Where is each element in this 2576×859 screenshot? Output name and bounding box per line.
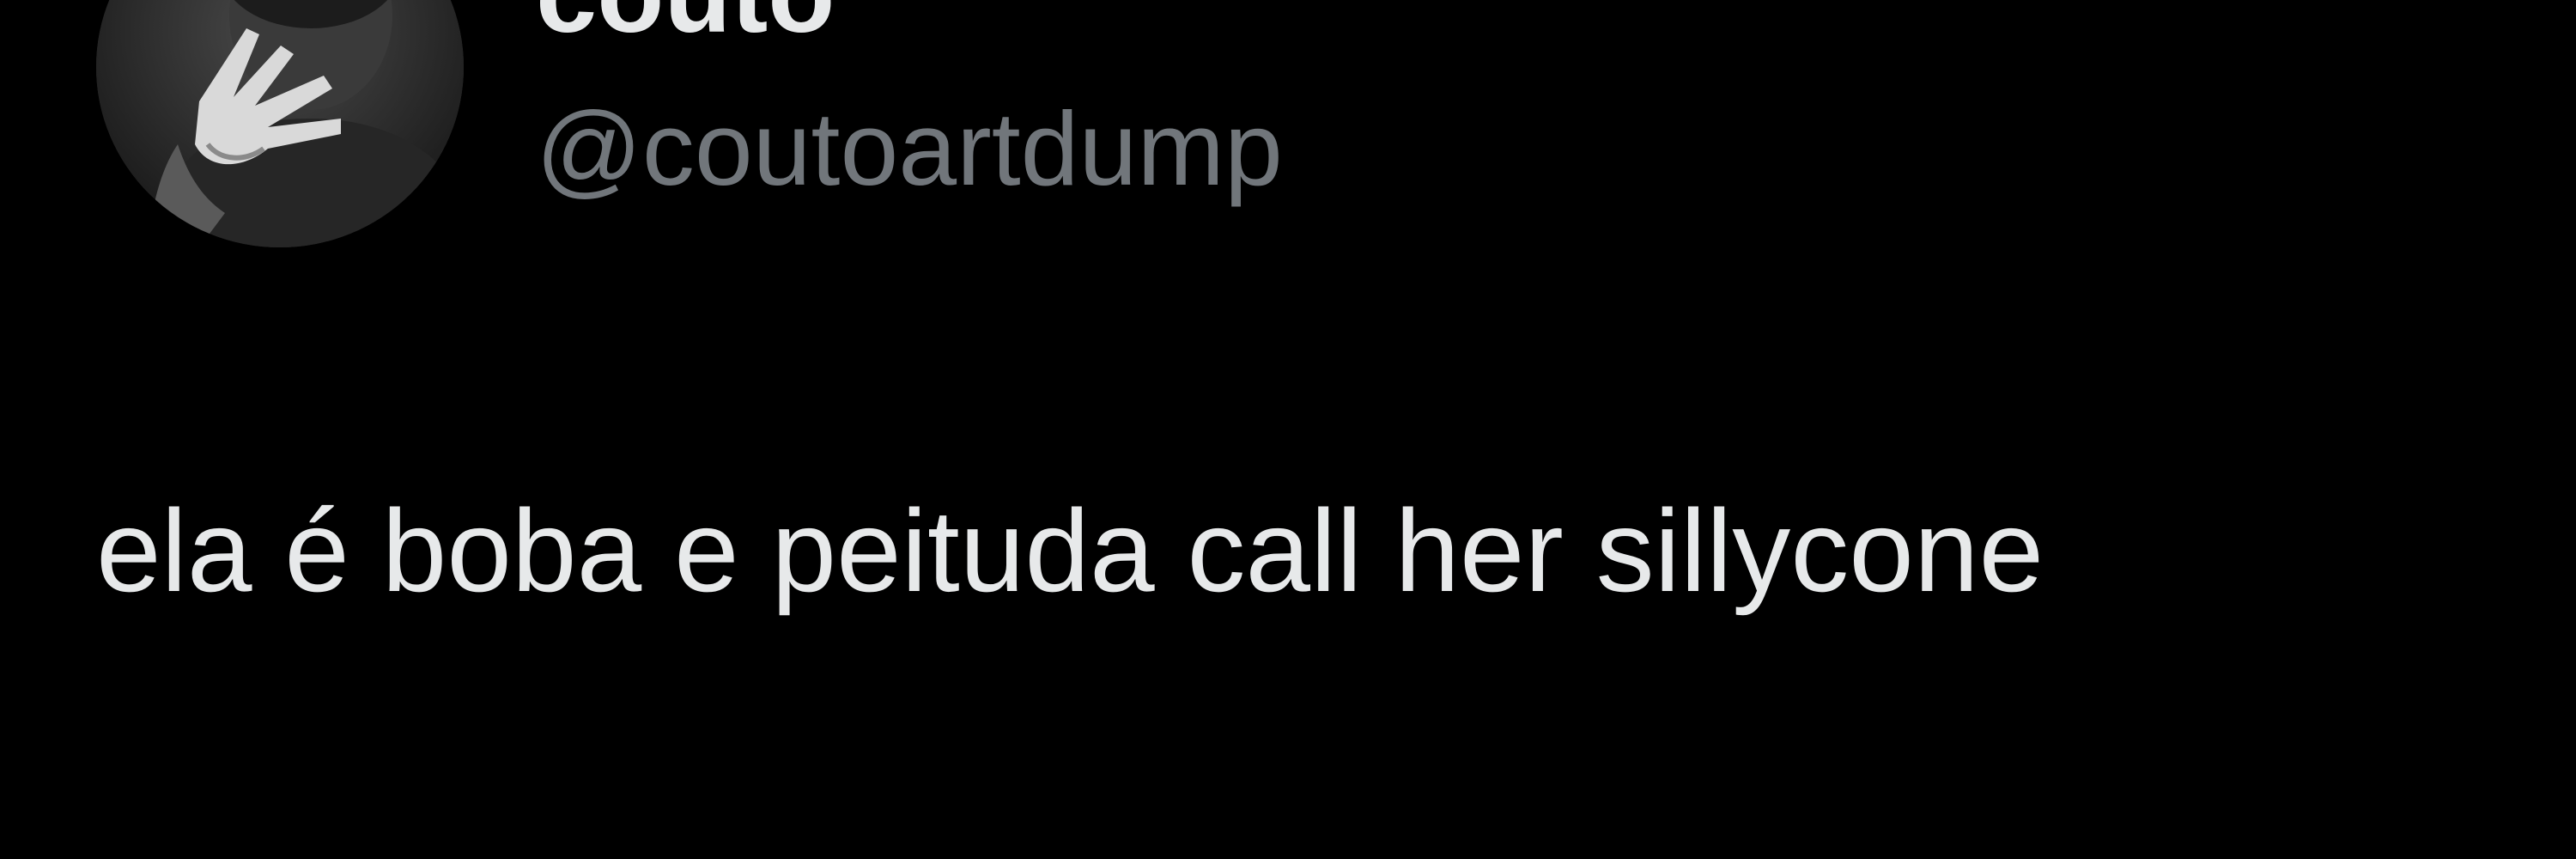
tweet: couto @coutoartdump ela é boba e peituda… <box>0 0 2576 859</box>
tweet-text: ela é boba e peituda call her sillycone <box>96 485 2044 616</box>
author-display-name[interactable]: couto <box>536 0 835 50</box>
author-handle[interactable]: @coutoartdump <box>536 91 1283 206</box>
avatar[interactable] <box>96 0 464 247</box>
avatar-photo <box>96 0 464 247</box>
